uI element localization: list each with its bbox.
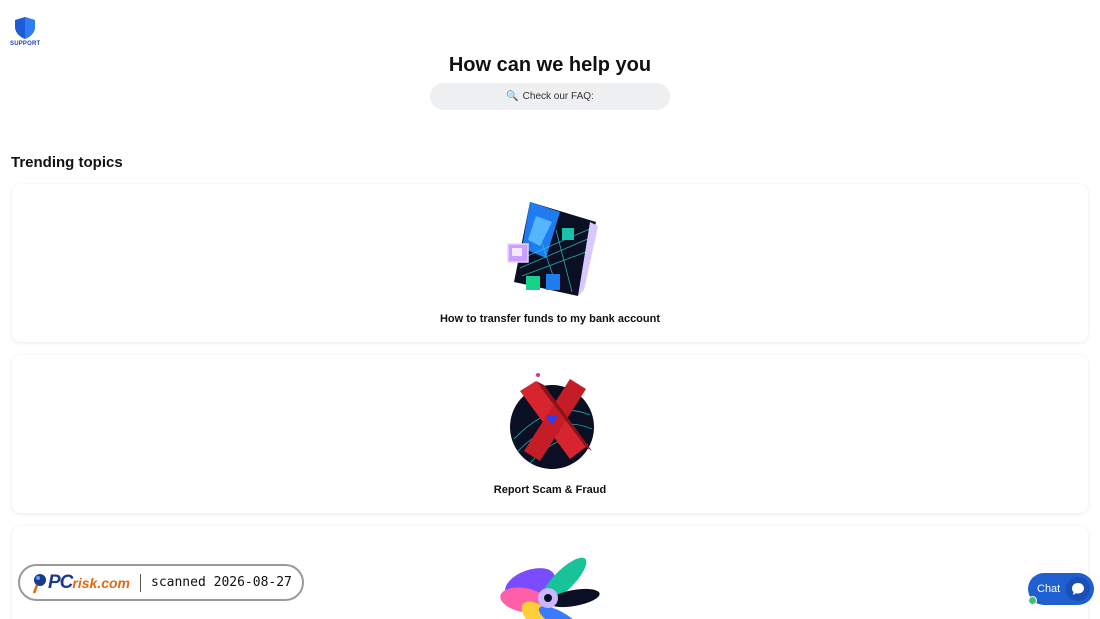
- scan-date-text: scanned 2026-08-27: [151, 575, 292, 590]
- red-x-illustration-icon: [510, 373, 594, 469]
- logo-risk-text: risk.com: [72, 574, 130, 591]
- topic-label: Report Scam & Fraud: [493, 484, 607, 496]
- wallet-cards-illustration-icon: [507, 202, 598, 296]
- online-status-dot: [1028, 596, 1037, 605]
- chat-bubble-icon: [1066, 577, 1090, 601]
- search-placeholder: Check our FAQ:: [522, 91, 594, 102]
- pcrisk-logo: PC risk.com: [48, 572, 130, 594]
- topic-card-report-scam[interactable]: Report Scam & Fraud: [12, 355, 1088, 513]
- topic-label: How to transfer funds to my bank account: [439, 313, 661, 325]
- topic-card-transfer-funds[interactable]: How to transfer funds to my bank account: [12, 184, 1088, 342]
- shield-icon: [15, 17, 35, 39]
- fan-disks-illustration-icon: [500, 557, 600, 619]
- trending-topics-heading: Trending topics: [11, 154, 123, 171]
- logo-text: SUPPORT: [10, 41, 41, 47]
- logo-pc-text: PC: [48, 571, 73, 593]
- support-logo[interactable]: SUPPORT: [10, 16, 40, 48]
- pcrisk-watermark: PC risk.com scanned 2026-08-27: [18, 564, 304, 601]
- chat-label: Chat: [1037, 583, 1061, 595]
- page-title: How can we help you: [448, 54, 652, 76]
- chat-button[interactable]: Chat: [1028, 573, 1094, 605]
- magnifier-logo-icon: [32, 573, 46, 593]
- search-icon: 🔍: [506, 91, 519, 102]
- divider: [140, 573, 141, 592]
- faq-search-input[interactable]: 🔍 Check our FAQ:: [430, 83, 670, 110]
